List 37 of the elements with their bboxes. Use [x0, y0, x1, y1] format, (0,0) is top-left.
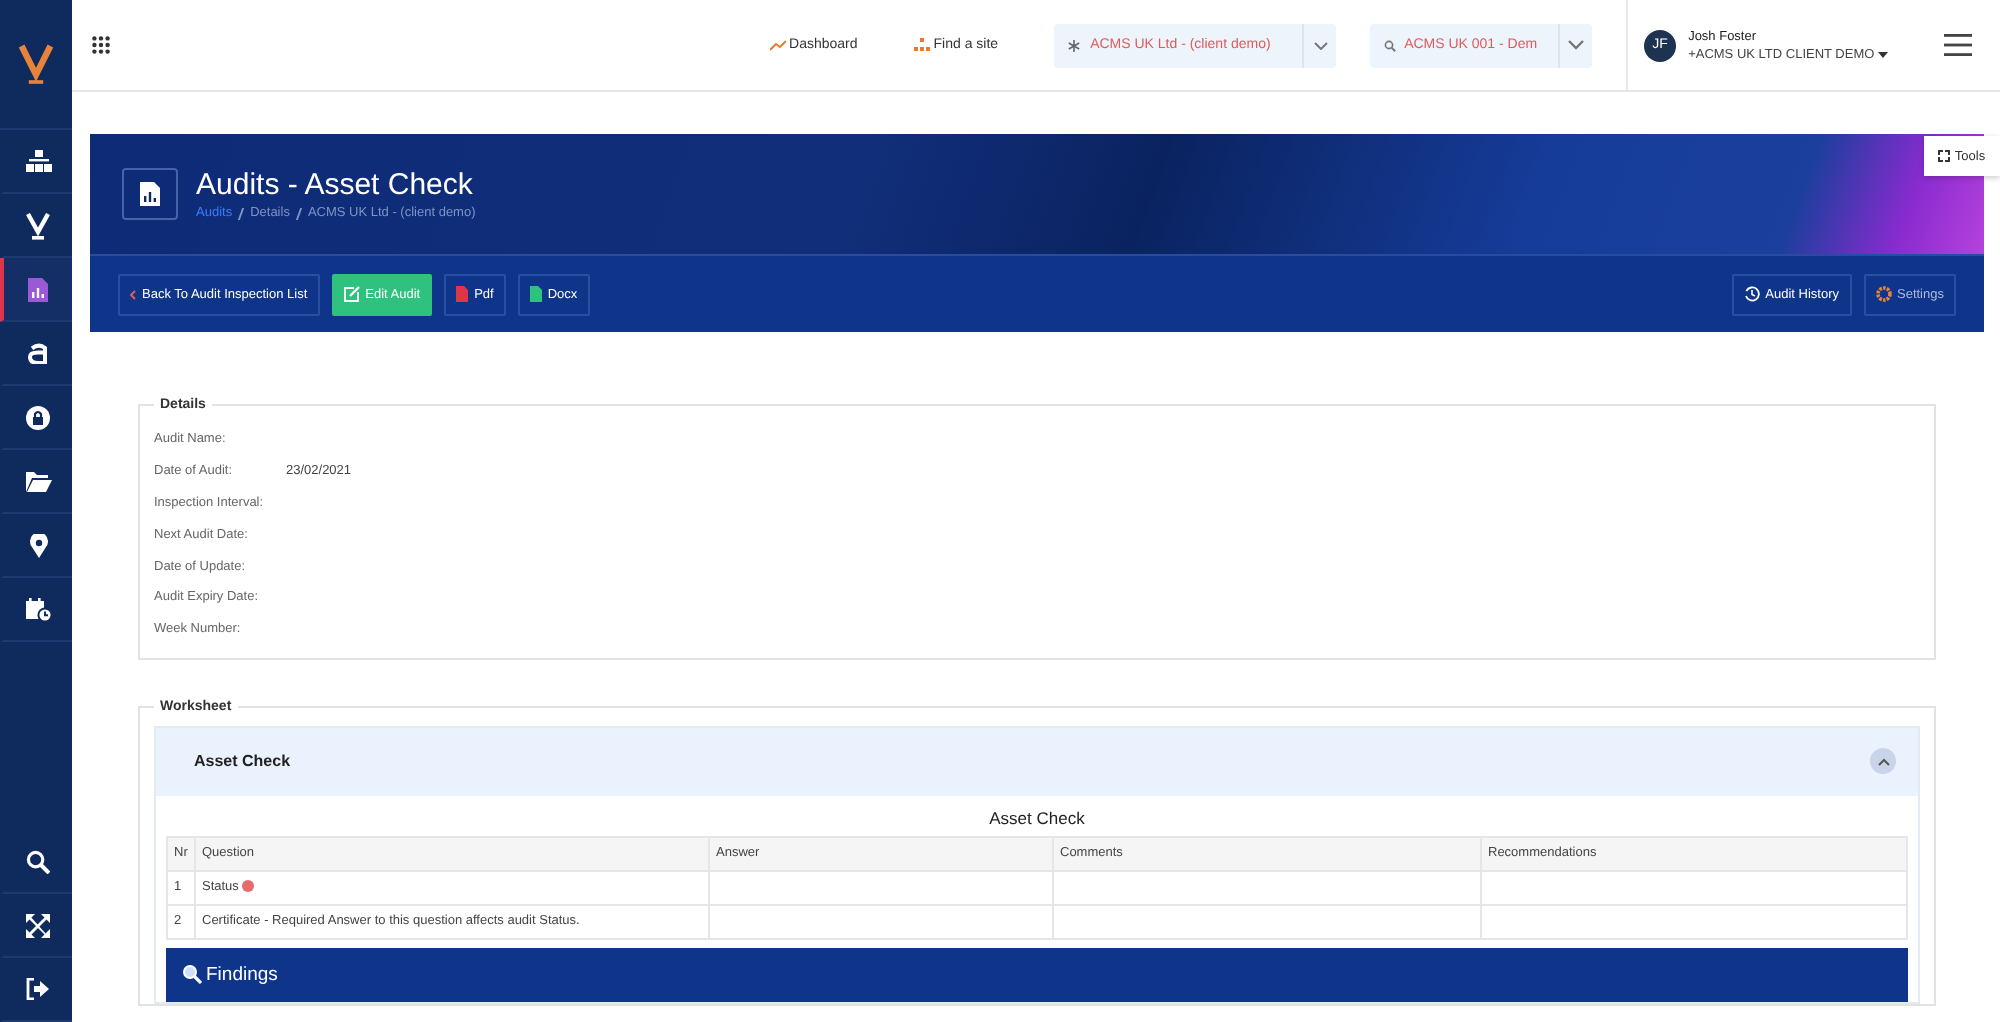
location-pin-icon	[29, 533, 47, 557]
section-title: Asset Check	[194, 752, 291, 771]
letter-a-icon	[27, 342, 49, 364]
gear-icon	[1875, 286, 1891, 302]
collapse-toggle[interactable]	[1870, 748, 1896, 775]
caret-icon	[1878, 51, 1888, 57]
line-chart-icon	[769, 39, 786, 51]
expand-icon	[26, 913, 50, 937]
search-icon	[182, 964, 202, 985]
search-icon	[26, 849, 50, 873]
edit-icon	[343, 286, 360, 302]
history-icon	[1743, 286, 1760, 302]
chevron-left-icon	[130, 289, 136, 299]
sitemap-icon	[913, 38, 930, 52]
logout-icon	[26, 978, 50, 1000]
findings-title: Findings	[206, 963, 278, 986]
chevron-icon	[1877, 757, 1889, 766]
report-icon	[122, 168, 178, 220]
logo-icon	[18, 42, 54, 86]
lock-icon	[26, 405, 50, 429]
menu-icon[interactable]	[1944, 34, 1972, 56]
calendar-clock-icon	[25, 597, 51, 621]
apps-grid-icon[interactable]	[92, 36, 110, 54]
accordion-header[interactable]: Asset Check	[156, 727, 1918, 796]
asterisk-icon	[1068, 39, 1081, 51]
chevron-down-icon	[1313, 41, 1328, 49]
expand-icon	[1938, 150, 1951, 162]
sitemap-icon	[25, 150, 51, 172]
chevron-down-icon	[1568, 40, 1585, 50]
document-icon	[529, 286, 542, 302]
folder-icon	[25, 471, 51, 491]
table-title: Asset Check	[987, 805, 1087, 832]
search-icon	[1384, 39, 1397, 51]
report-icon	[28, 277, 48, 301]
v-logo-icon	[26, 211, 50, 239]
pdf-file-icon	[456, 286, 469, 302]
page-title: Audits - Asset Check	[196, 168, 475, 202]
